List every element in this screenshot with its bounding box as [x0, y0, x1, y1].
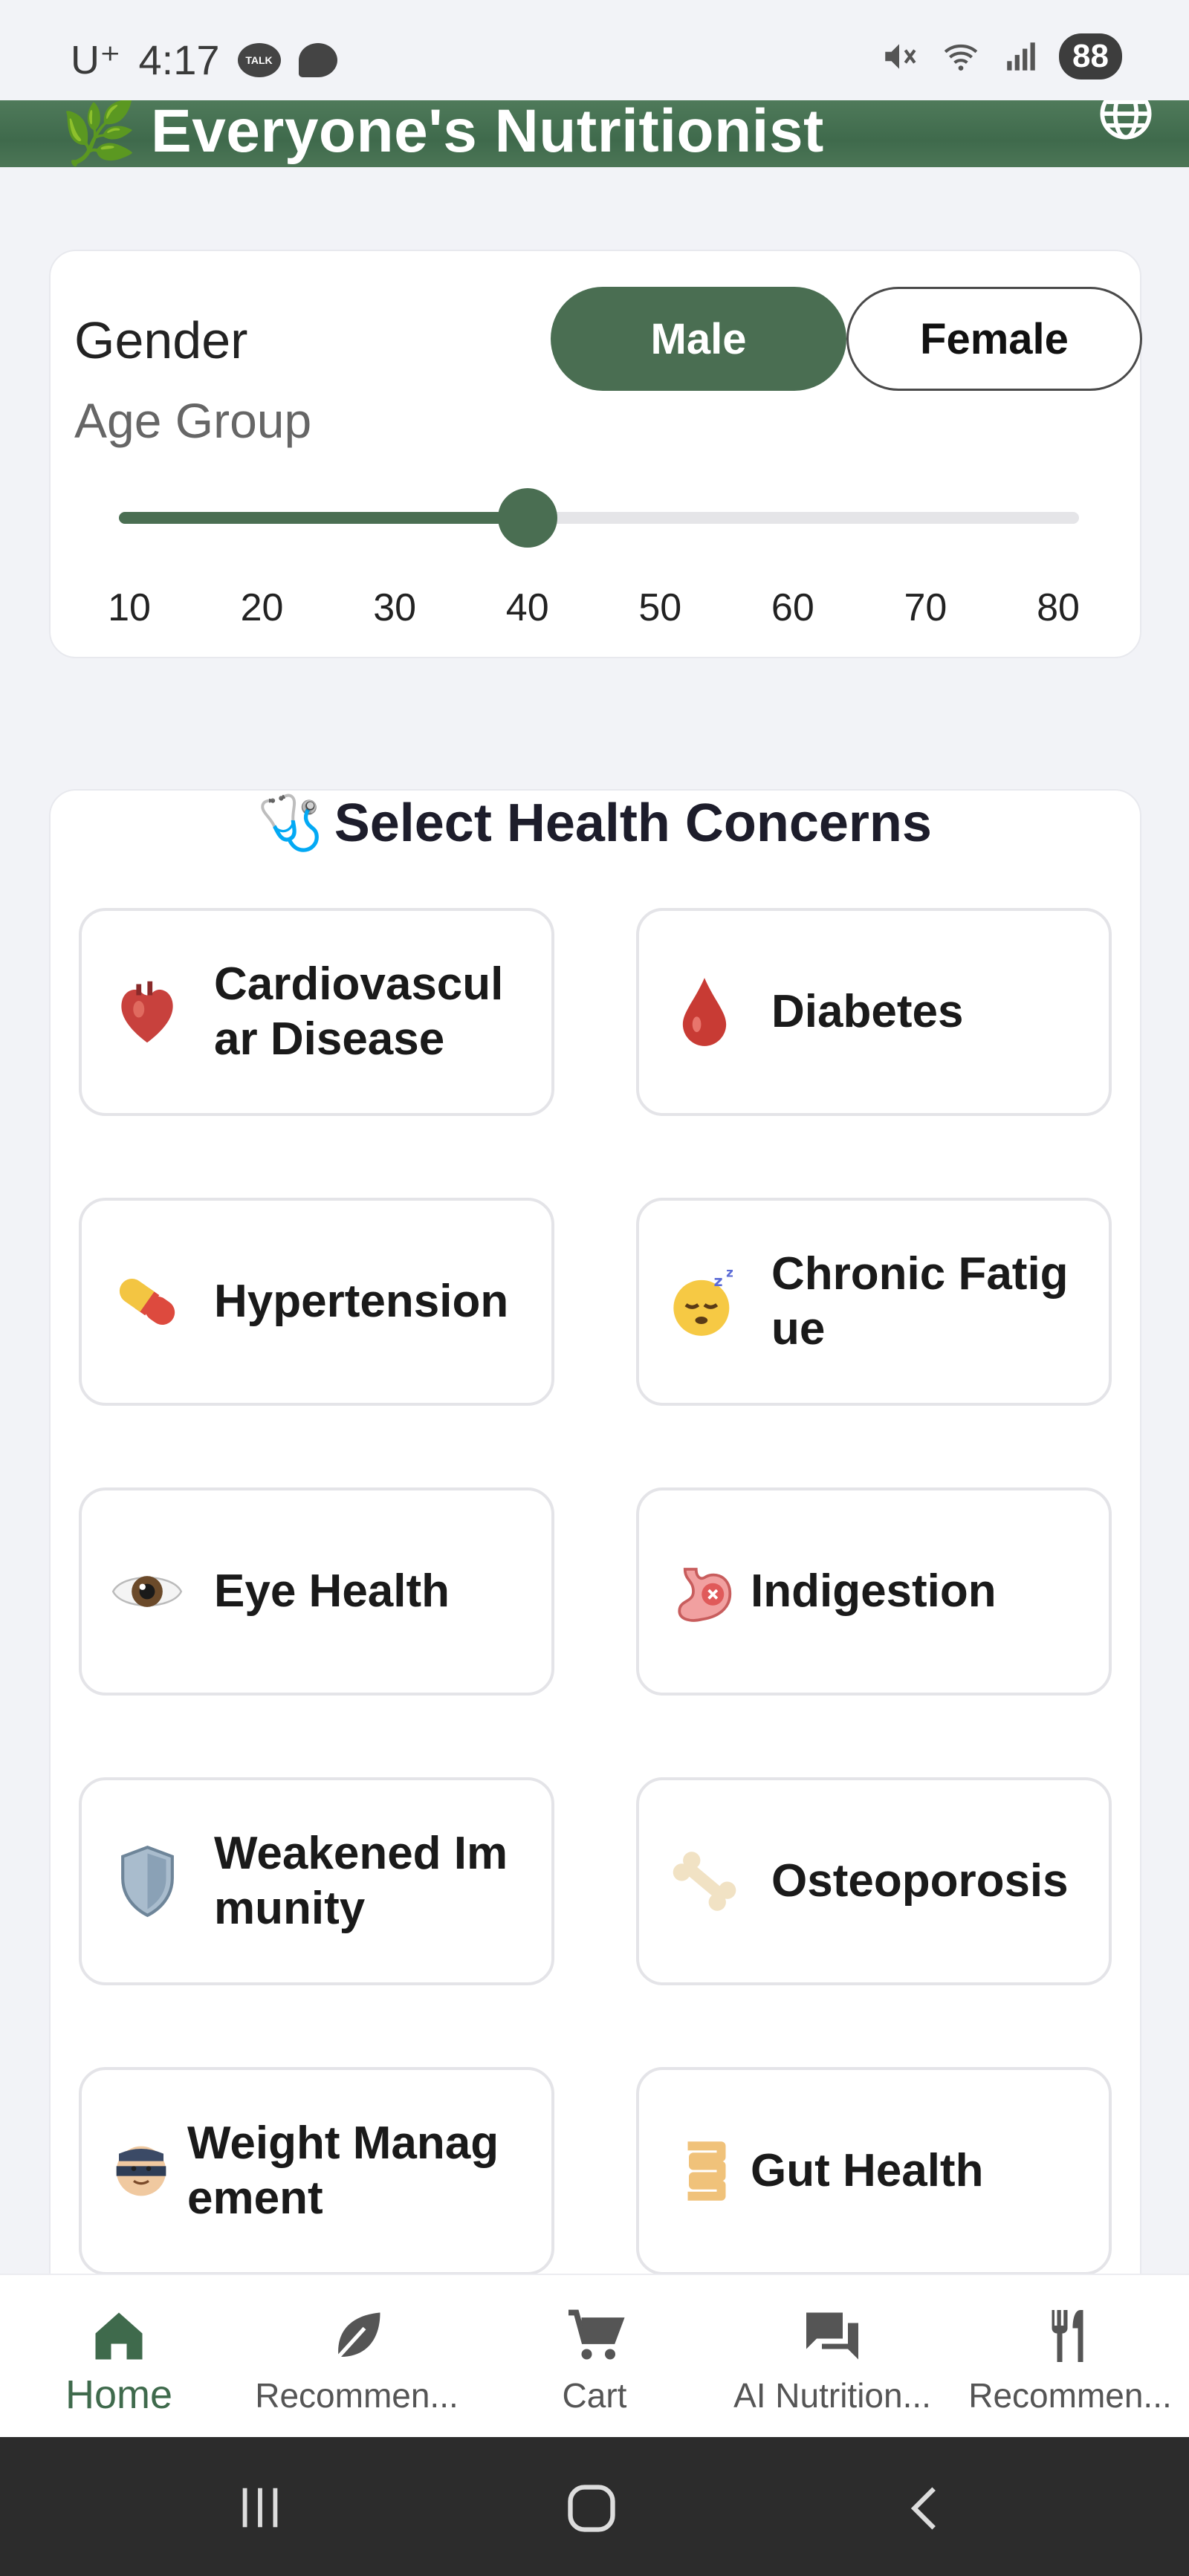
concern-label: Cardiovascular Disease	[214, 958, 504, 1065]
chat-icon	[806, 2312, 858, 2360]
concern-cardiovascular-disease[interactable]: Cardiovascular Disease	[79, 908, 554, 1116]
sleepy-face-icon: zz	[667, 1265, 742, 1339]
age-tick-label: 70	[904, 586, 947, 629]
age-tick-label: 30	[373, 586, 417, 629]
concern-label: Chronic Fatigue	[771, 1248, 1069, 1354]
age-group-label: Age Group	[74, 393, 312, 448]
status-time: 4:17	[138, 36, 220, 83]
recent-apps-icon[interactable]	[234, 2482, 286, 2534]
svg-text:z: z	[726, 1266, 733, 1280]
gender-label: Gender	[74, 311, 248, 369]
status-bar: U⁺ 4:17 TALK 88	[0, 0, 1189, 100]
concern-osteoporosis[interactable]: Osteoporosis	[636, 1777, 1112, 1985]
nav-ai-nutritionist[interactable]: AI Nutrition...	[713, 2275, 951, 2439]
concern-label: Weight Management	[187, 2118, 499, 2224]
cart-icon	[568, 2309, 625, 2360]
age-ticks: 10 20 30 40 50 60 70 80	[51, 585, 1143, 637]
eye-icon	[110, 1554, 184, 1629]
concern-label: Eye Health	[214, 1566, 450, 1617]
age-tick-label: 20	[240, 586, 284, 629]
home-icon	[95, 2312, 143, 2360]
age-tick-label: 50	[638, 586, 682, 629]
nav-cart[interactable]: Cart	[476, 2275, 713, 2439]
heart-icon	[110, 975, 184, 1049]
gender-female-button[interactable]: Female	[846, 287, 1142, 391]
leaf-icon	[337, 2312, 380, 2358]
concern-label: Osteoporosis	[771, 1855, 1069, 1907]
concern-label: Hypertension	[214, 1276, 509, 1327]
age-slider[interactable]	[119, 488, 1079, 548]
concern-label: Gut Health	[751, 2145, 984, 2196]
carrier-label: U⁺	[71, 38, 121, 82]
health-concerns-title: 🩺 Select Health Concerns	[0, 791, 1189, 854]
home-system-icon[interactable]	[563, 2480, 620, 2537]
mute-icon	[885, 44, 916, 69]
blood-drop-icon	[667, 975, 742, 1049]
globe-icon[interactable]	[1098, 100, 1154, 142]
age-tick-label: 80	[1037, 586, 1080, 629]
gender-male-button[interactable]: Male	[551, 287, 846, 391]
leaf-emoji-icon: 🌿	[61, 100, 137, 167]
app-title: Everyone's Nutritionist	[151, 100, 824, 165]
nav-recommendations-meals[interactable]: Recommen...	[951, 2275, 1189, 2439]
stethoscope-icon: 🩺	[257, 794, 324, 853]
age-slider-thumb[interactable]	[497, 488, 557, 548]
messenger-icon	[298, 42, 337, 77]
wifi-icon	[944, 44, 978, 71]
age-tick-label: 60	[771, 586, 814, 629]
concern-gut-health[interactable]: Gut Health	[636, 2067, 1112, 2275]
concern-hypertension[interactable]: Hypertension	[79, 1198, 554, 1406]
app-header: 🌿 Everyone's Nutritionist	[0, 100, 1189, 167]
concern-label: Weakened Immunity	[214, 1828, 508, 1934]
concern-eye-health[interactable]: Eye Health	[79, 1487, 554, 1696]
stomach-icon	[667, 1554, 742, 1629]
utensils-icon	[1052, 2310, 1083, 2362]
age-tick-label: 40	[505, 586, 549, 629]
battery-indicator: 88	[1059, 33, 1122, 80]
concern-label: Indigestion	[751, 1566, 997, 1617]
concern-weight-management[interactable]: Weight Management	[79, 2067, 554, 2275]
pill-icon	[110, 1265, 184, 1339]
concern-diabetes[interactable]: Diabetes	[636, 908, 1112, 1116]
concern-chronic-fatigue[interactable]: zz Chronic Fatigue	[636, 1198, 1112, 1406]
nav-recommendations-leaf[interactable]: Recommen...	[238, 2275, 476, 2439]
concern-indigestion[interactable]: Indigestion	[636, 1487, 1112, 1696]
age-tick-label: 10	[108, 586, 151, 629]
back-icon[interactable]	[899, 2480, 951, 2537]
concern-label: Diabetes	[771, 986, 964, 1037]
talk-icon: TALK	[237, 42, 281, 77]
svg-text:z: z	[714, 1272, 723, 1290]
nav-home[interactable]: Home	[0, 2275, 238, 2439]
signal-icon	[1007, 42, 1035, 71]
age-slider-fill	[119, 512, 528, 524]
bone-icon	[667, 1844, 742, 1918]
intestine-icon	[667, 2134, 742, 2208]
profile-card: Gender Age Group Male Female 10 20 30 40 50 6…	[49, 250, 1143, 658]
system-navigation-bar	[0, 2437, 1189, 2576]
concern-weakened-immunity[interactable]: Weakened Immunity	[79, 1777, 554, 1985]
weight-lifter-icon	[104, 2134, 178, 2208]
shield-icon	[110, 1844, 184, 1918]
bottom-navigation: Home Recommen... Cart AI Nutrition... Re…	[0, 2274, 1189, 2437]
